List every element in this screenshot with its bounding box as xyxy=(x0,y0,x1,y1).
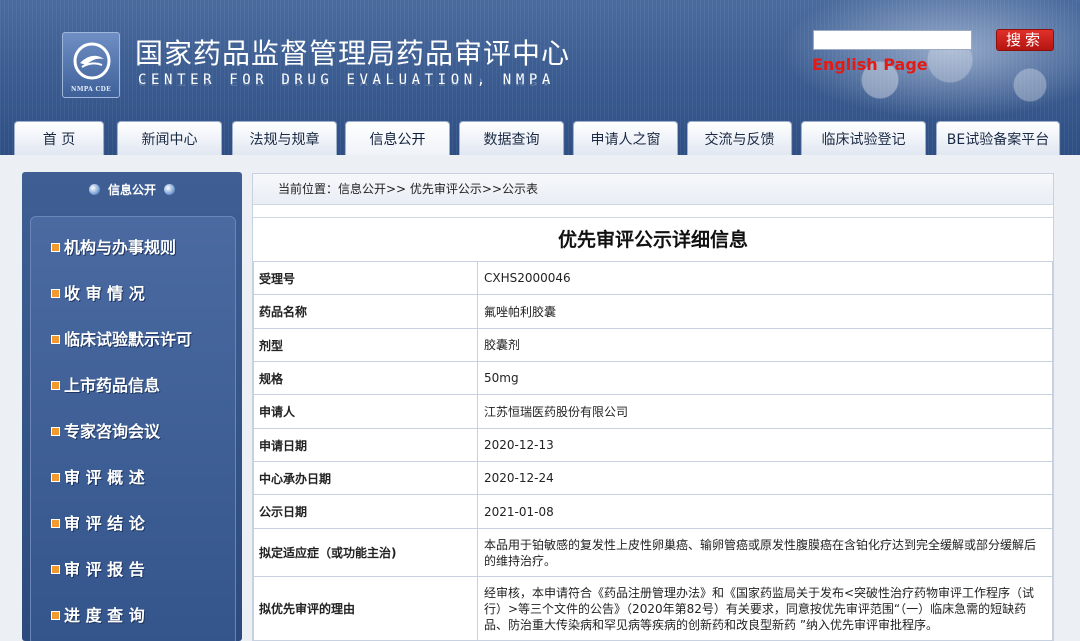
field-label: 受理号 xyxy=(253,261,478,295)
square-bullet-icon xyxy=(51,427,60,436)
sidebar-item-review-conclusion[interactable]: 审 评 结 论 xyxy=(51,510,145,534)
field-value: 江苏恒瑞医药股份有限公司 xyxy=(477,394,1053,429)
square-bullet-icon xyxy=(51,243,60,252)
field-value: 氟唑帕利胶囊 xyxy=(477,294,1053,329)
square-bullet-icon xyxy=(51,473,60,482)
content-panel: 当前位置：信息公开>> 优先审评公示>>公示表 优先审评公示详细信息 受理号 C… xyxy=(252,173,1054,641)
tab-be-platform[interactable]: BE试验备案平台 xyxy=(936,121,1060,155)
tab-news[interactable]: 新闻中心 xyxy=(117,121,222,155)
sidebar-item-review-report[interactable]: 审 评 报 告 xyxy=(51,556,145,580)
square-bullet-icon xyxy=(51,565,60,574)
field-label: 规格 xyxy=(253,361,478,395)
sidebar-item-intake[interactable]: 收 审 情 况 xyxy=(51,280,145,304)
field-label: 拟优先审评的理由 xyxy=(253,576,478,641)
field-value: 经审核，本申请符合《药品注册管理办法》和《国家药监局关于发布<突破性治疗药物审评… xyxy=(477,576,1053,641)
tab-home[interactable]: 首 页 xyxy=(14,121,104,155)
field-label: 拟定适应症（或功能主治) xyxy=(253,528,478,577)
field-value: 2020-12-24 xyxy=(477,461,1053,495)
sidebar-item-expert-meetings[interactable]: 专家咨询会议 xyxy=(51,418,160,442)
bullet-orb-icon xyxy=(164,184,175,195)
field-label: 剂型 xyxy=(253,328,478,362)
tab-data-query[interactable]: 数据查询 xyxy=(459,121,564,155)
table-row: 公示日期 2021-01-08 xyxy=(253,494,1053,529)
table-row: 拟优先审评的理由 经审核，本申请符合《药品注册管理办法》和《国家药监局关于发布<… xyxy=(253,576,1053,641)
sidebar-item-progress-query[interactable]: 进 度 查 询 xyxy=(51,602,145,626)
page-title: 优先审评公示详细信息 xyxy=(253,217,1053,261)
main-nav: 首 页 新闻中心 法规与规章 信息公开 数据查询 申请人之窗 交流与反馈 临床试… xyxy=(0,121,1080,155)
table-row: 剂型 胶囊剂 xyxy=(253,328,1053,362)
sidebar-menu: 机构与办事规则 收 审 情 况 临床试验默示许可 上市药品信息 专家咨询会议 审… xyxy=(30,216,236,641)
site-header: NMPA CDE 国家药品监督管理局药品审评中心 CENTER FOR DRUG… xyxy=(0,0,1080,155)
field-value: 50mg xyxy=(477,361,1053,395)
page-body: 信息公开 机构与办事规则 收 审 情 况 临床试验默示许可 上市药品信息 专家咨… xyxy=(0,155,1080,641)
field-value: 2021-01-08 xyxy=(477,494,1053,529)
sidebar-item-marketed-drugs[interactable]: 上市药品信息 xyxy=(51,372,160,396)
sidebar-title: 信息公开 xyxy=(107,183,156,197)
field-label: 申请日期 xyxy=(253,428,478,462)
field-label: 药品名称 xyxy=(253,294,478,329)
tab-regulations[interactable]: 法规与规章 xyxy=(232,121,337,155)
field-label: 公示日期 xyxy=(253,494,478,529)
sidebar: 信息公开 机构与办事规则 收 审 情 况 临床试验默示许可 上市药品信息 专家咨… xyxy=(22,172,242,641)
table-row: 中心承办日期 2020-12-24 xyxy=(253,461,1053,495)
field-label: 申请人 xyxy=(253,394,478,429)
site-title: 国家药品监督管理局药品审评中心 xyxy=(135,37,571,70)
tab-feedback[interactable]: 交流与反馈 xyxy=(687,121,792,155)
breadcrumb: 当前位置：信息公开>> 优先审评公示>>公示表 xyxy=(253,174,1053,205)
field-value: 2020-12-13 xyxy=(477,428,1053,462)
square-bullet-icon xyxy=(51,289,60,298)
table-row: 申请日期 2020-12-13 xyxy=(253,428,1053,462)
sidebar-item-clinical-permit[interactable]: 临床试验默示许可 xyxy=(51,326,192,350)
sidebar-item-institutions[interactable]: 机构与办事规则 xyxy=(51,234,176,258)
table-row: 受理号 CXHS2000046 xyxy=(253,261,1053,295)
search-button[interactable]: 搜索 xyxy=(996,29,1054,51)
sidebar-item-review-overview[interactable]: 审 评 概 述 xyxy=(51,464,145,488)
detail-table: 受理号 CXHS2000046 药品名称 氟唑帕利胶囊 剂型 胶囊剂 规格 50… xyxy=(253,261,1053,641)
table-row: 申请人 江苏恒瑞医药股份有限公司 xyxy=(253,394,1053,429)
table-row: 规格 50mg xyxy=(253,361,1053,395)
tab-clinical-trial[interactable]: 临床试验登记 xyxy=(801,121,926,155)
logo-emblem-icon xyxy=(73,42,111,80)
field-label: 中心承办日期 xyxy=(253,461,478,495)
square-bullet-icon xyxy=(51,611,60,620)
sidebar-header: 信息公开 xyxy=(22,172,242,208)
table-row: 拟定适应症（或功能主治) 本品用于铂敏感的复发性上皮性卵巢癌、输卵管癌或原发性腹… xyxy=(253,528,1053,577)
search-input[interactable] xyxy=(813,30,972,50)
bullet-orb-icon xyxy=(88,184,100,195)
site-subtitle-reflection: CENTER FOR DRUG EVALUATION, NMPA xyxy=(138,77,555,86)
field-value: CXHS2000046 xyxy=(477,261,1053,295)
logo-caption: NMPA CDE xyxy=(71,86,111,93)
square-bullet-icon xyxy=(51,519,60,528)
field-value: 胶囊剂 xyxy=(477,328,1053,362)
table-row: 药品名称 氟唑帕利胶囊 xyxy=(253,294,1053,329)
square-bullet-icon xyxy=(51,335,60,344)
field-value: 本品用于铂敏感的复发性上皮性卵巢癌、输卵管癌或原发性腹膜癌在含铂化疗达到完全缓解… xyxy=(477,528,1053,577)
tab-info-disclosure[interactable]: 信息公开 xyxy=(345,121,450,155)
english-page-link[interactable]: English Page xyxy=(812,55,928,74)
square-bullet-icon xyxy=(51,381,60,390)
tab-applicant-window[interactable]: 申请人之窗 xyxy=(573,121,678,155)
